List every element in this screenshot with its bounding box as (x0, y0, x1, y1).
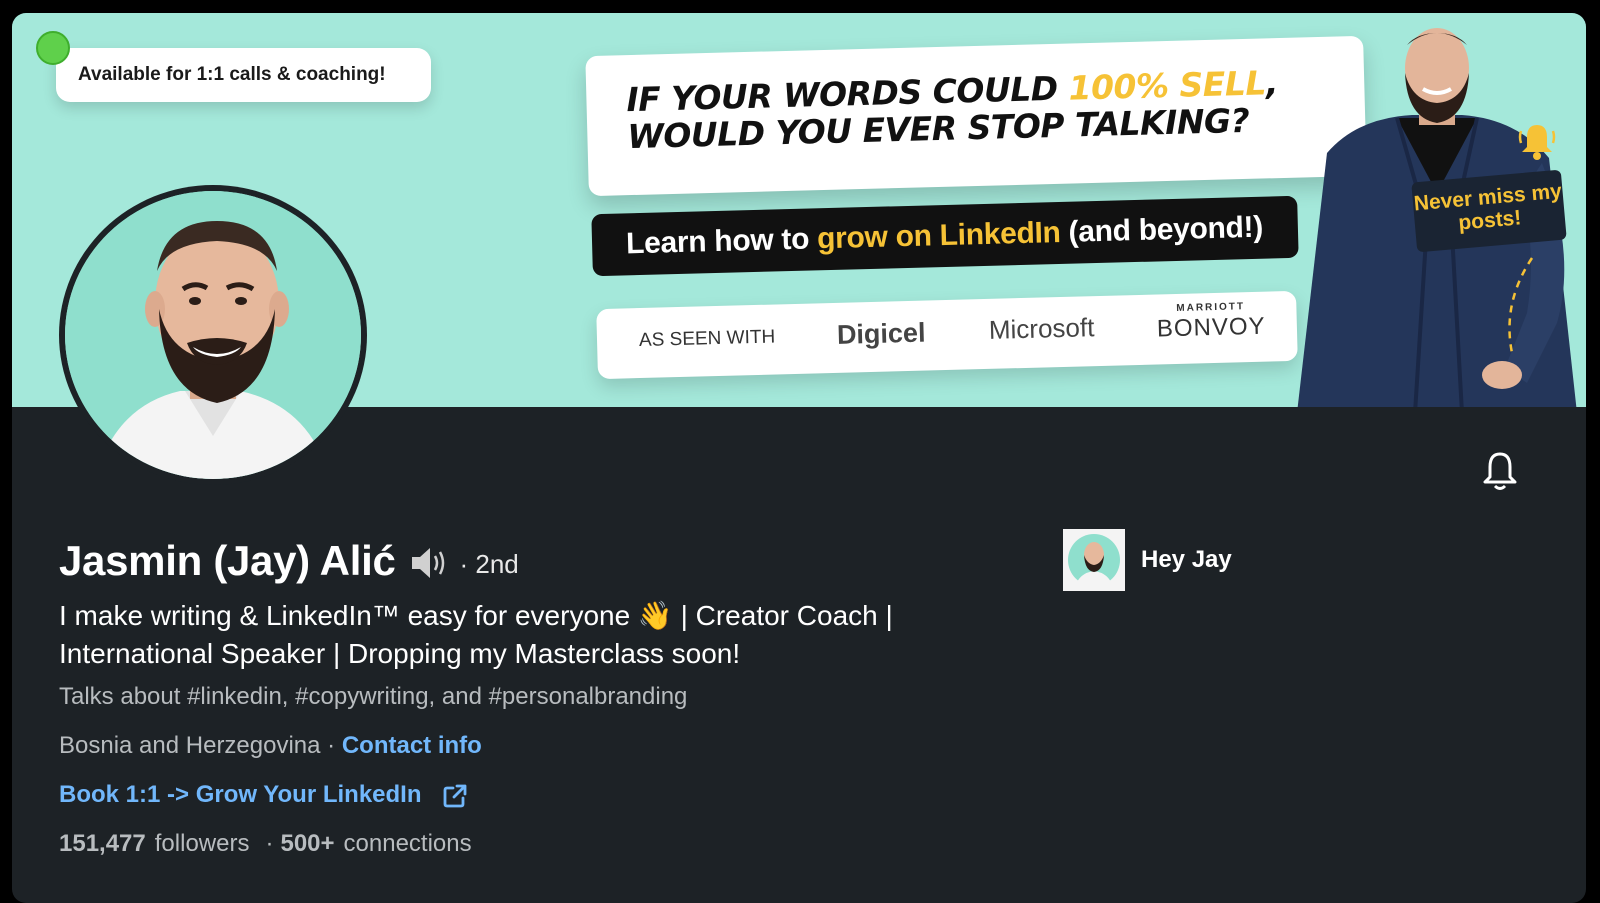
online-status-dot (36, 31, 70, 65)
never-miss-text: Never miss my posts! (1412, 179, 1563, 235)
profile-avatar[interactable] (59, 185, 367, 485)
banner-headline: IF YOUR WORDS COULD 100% SELL, WOULD YOU… (585, 35, 1367, 197)
profile-headline: I make writing & LinkedIn™ easy for ever… (59, 600, 893, 669)
bonvoy-logo-big: BONVOY (1156, 312, 1266, 343)
bell-icon (1518, 125, 1556, 160)
speaker-icon[interactable] (408, 545, 450, 581)
network-stats: 151,477 followers · 500+ connections (59, 830, 472, 858)
book-link[interactable]: Book 1:1 -> Grow Your LinkedIn (59, 781, 422, 809)
contact-info-link[interactable]: Contact info (342, 732, 482, 760)
company-name[interactable]: Hey Jay (1141, 546, 1232, 574)
learn-highlight: grow on LinkedIn (816, 215, 1061, 256)
external-link-icon[interactable] (442, 783, 468, 809)
followers-label: followers (154, 830, 250, 857)
location-row: Bosnia and Herzegovina · Contact info (59, 732, 482, 760)
talks-about: Talks about #linkedin, #copywriting, and… (59, 683, 688, 710)
profile-card: Available for 1:1 calls & coaching! IF Y… (12, 13, 1586, 903)
never-miss-badge: Never miss my posts! (1411, 169, 1567, 253)
notification-bell-button[interactable] (1480, 450, 1520, 492)
learn-text: Learn how to (625, 222, 810, 261)
as-seen-with-box: AS SEEN WITH Digicel Microsoft MARRIOTT … (596, 290, 1298, 380)
avatar-photo (65, 191, 361, 479)
company-logo (1063, 529, 1125, 591)
digicel-logo: Digicel (836, 317, 926, 350)
company-logo-image (1068, 534, 1120, 587)
current-company[interactable]: Hey Jay (1063, 529, 1232, 591)
profile-location: Bosnia and Herzegovina (59, 732, 321, 759)
learn-text-end: (and beyond!) (1068, 210, 1264, 249)
avatar-portrait (65, 191, 361, 479)
availability-pill: Available for 1:1 calls & coaching! (56, 48, 431, 102)
profile-name: Jasmin (Jay) Alić (59, 537, 396, 584)
microsoft-logo: Microsoft (988, 312, 1095, 345)
connections-label: connections (343, 830, 472, 857)
followers-count: 151,477 (59, 830, 146, 857)
as-seen-with-label: AS SEEN WITH (638, 326, 776, 352)
connections-count: 500+ (280, 830, 335, 857)
book-link-row[interactable]: Book 1:1 -> Grow Your LinkedIn (59, 781, 468, 809)
banner-learn-bar: Learn how to grow on LinkedIn (and beyon… (591, 195, 1299, 277)
connection-degree: · 2nd (459, 548, 519, 579)
location-separator: · (320, 732, 342, 759)
banner-headline-part: , (1265, 63, 1279, 103)
marriott-bonvoy-logo: MARRIOTT BONVOY (1156, 301, 1266, 343)
name-row: Jasmin (Jay) Alić · 2nd (59, 537, 519, 585)
availability-text: Available for 1:1 calls & coaching! (78, 64, 386, 85)
stats-separator: · (265, 830, 274, 857)
